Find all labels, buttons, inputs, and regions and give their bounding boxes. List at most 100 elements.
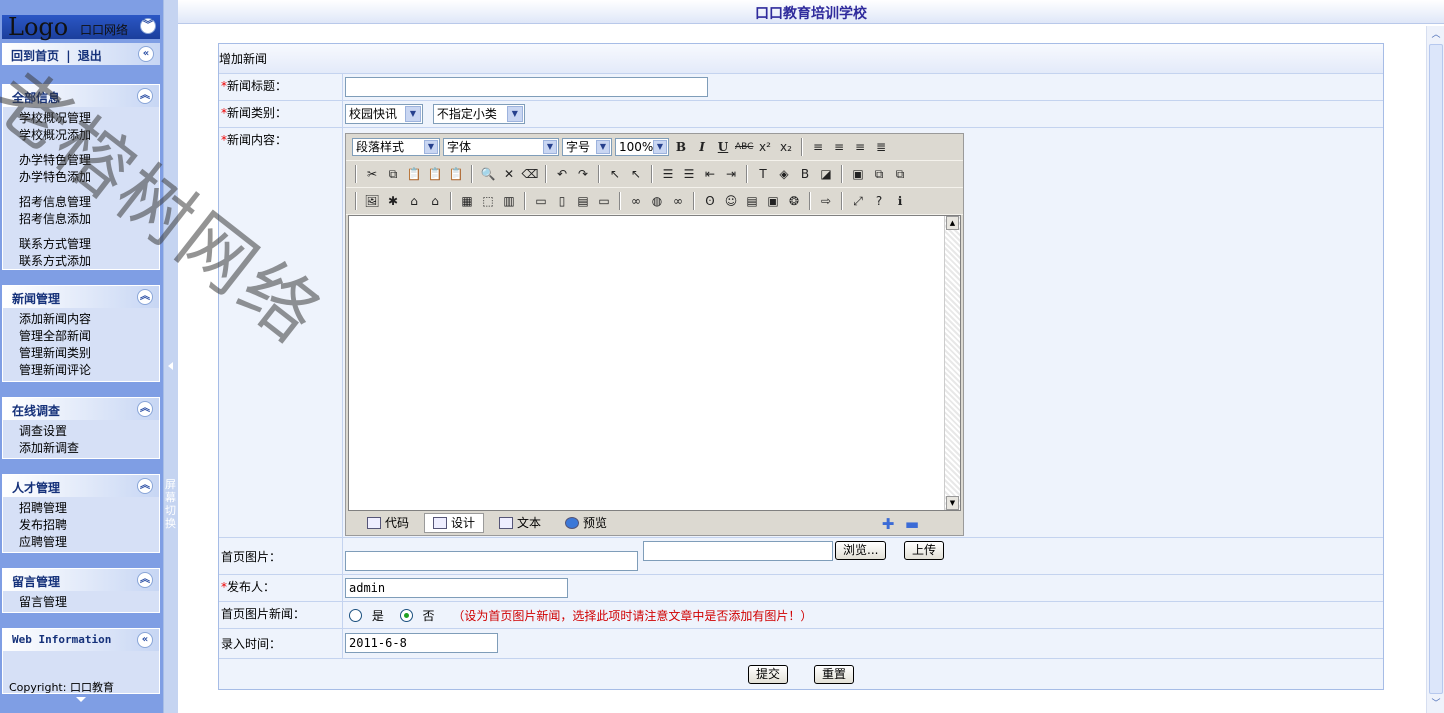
align-justify-icon[interactable]: ≣ [872, 138, 890, 156]
insert-page-icon[interactable]: ▯ [553, 192, 571, 210]
find-icon[interactable]: 🔍 [479, 165, 497, 183]
emoticon-icon[interactable]: ☺ [722, 192, 740, 210]
insert-anchor-icon[interactable]: ⌂ [426, 192, 444, 210]
sidebar-item-contact-manage[interactable]: 联系方式管理 [19, 236, 159, 253]
paste-word-icon[interactable]: 📋 [447, 165, 465, 183]
sidebar-item-school-manage[interactable]: 学校概况管理 [19, 110, 159, 127]
mode-preview-tab[interactable]: 预览 [556, 513, 616, 533]
news-title-input[interactable] [345, 77, 708, 97]
align-right-icon[interactable]: ≡ [851, 138, 869, 156]
paste-icon[interactable]: 📋 [405, 165, 423, 183]
collapse-left-icon[interactable] [168, 362, 173, 370]
chevron-left-icon[interactable]: « [137, 632, 153, 648]
insert-link-icon[interactable]: ∞ [627, 192, 645, 210]
align-left-icon[interactable]: ≡ [809, 138, 827, 156]
font-size-select[interactable]: 字号 ▼ [562, 138, 612, 156]
sidebar-item-news-comment[interactable]: 管理新闻评论 [19, 362, 159, 379]
sidebar-item-school-add[interactable]: 学校概况添加 [19, 127, 159, 144]
paragraph-style-select[interactable]: 段落样式 ▼ [352, 138, 440, 156]
insert-form-icon[interactable]: ▭ [532, 192, 550, 210]
time-icon[interactable]: ▣ [764, 192, 782, 210]
insert-cell-icon[interactable]: ▥ [500, 192, 518, 210]
sidebar-item-contact-add[interactable]: 联系方式添加 [19, 253, 159, 270]
insert-hr-icon[interactable]: ▤ [574, 192, 592, 210]
sidebar-item-feature-add[interactable]: 办学特色添加 [19, 169, 159, 186]
subscript-icon[interactable]: x₂ [777, 138, 795, 156]
chevron-up-icon[interactable]: ︽ [137, 478, 153, 494]
screen-switch-label[interactable]: 屏幕切换 [165, 478, 178, 530]
image-news-yes-radio[interactable] [349, 609, 362, 622]
browse-button[interactable]: 浏览... [835, 541, 887, 560]
scroll-up-icon[interactable]: ︿ [1429, 28, 1443, 42]
text-color-icon[interactable]: T [754, 165, 772, 183]
scroll-down-icon[interactable]: ▼ [946, 496, 959, 510]
editor-content-area[interactable]: ▲ ▼ [348, 215, 961, 511]
eraser-icon[interactable]: ⌫ [521, 165, 539, 183]
upload-button[interactable]: 上传 [904, 541, 945, 560]
scroll-up-icon[interactable]: ▲ [946, 216, 959, 230]
sidebar-item-recruit-publish[interactable]: 发布招聘 [19, 517, 159, 534]
undo-icon[interactable]: ↶ [553, 165, 571, 183]
reset-button[interactable]: 重置 [814, 664, 855, 684]
sidebar-item-message-manage[interactable]: 留言管理 [19, 594, 159, 611]
insert-media-icon[interactable]: ⌂ [405, 192, 423, 210]
scroll-down-icon[interactable] [76, 697, 86, 702]
align-center-icon[interactable]: ≡ [830, 138, 848, 156]
image-news-no-radio[interactable] [399, 609, 413, 622]
select-all-icon[interactable]: ↖ [627, 165, 645, 183]
chevron-up-icon[interactable]: ︽ [137, 289, 153, 305]
page-scrollbar[interactable]: ︿ ﹀ [1426, 26, 1444, 713]
sidebar-item-recruit-manage[interactable]: 招聘管理 [19, 500, 159, 517]
delete-icon[interactable]: ✕ [500, 165, 518, 183]
sidebar-item-survey-add[interactable]: 添加新调查 [19, 440, 159, 457]
unlink-icon[interactable]: ∞ [669, 192, 687, 210]
sidebar-item-exam-add[interactable]: 招考信息添加 [19, 211, 159, 228]
insert-file-icon[interactable]: ⇨ [817, 192, 835, 210]
zoom-select[interactable]: 100% ▼ [615, 138, 669, 156]
scroll-thumb[interactable] [1429, 44, 1443, 694]
copy-icon[interactable]: ⧉ [384, 165, 402, 183]
sidebar-item-news-all[interactable]: 管理全部新闻 [19, 328, 159, 345]
subcategory-select[interactable]: 不指定小类 ▼ [432, 104, 525, 124]
mode-code-tab[interactable]: 代码 [358, 513, 418, 533]
bold-icon[interactable]: B [672, 138, 690, 156]
insert-marquee-icon[interactable]: ▭ [595, 192, 613, 210]
insert-table-icon[interactable]: ▦ [458, 192, 476, 210]
layer-back-icon[interactable]: ⧉ [891, 165, 909, 183]
highlight-icon[interactable]: B [796, 165, 814, 183]
underline-icon[interactable]: U [714, 138, 732, 156]
help-icon[interactable]: ? [870, 192, 888, 210]
submit-button[interactable]: 提交 [747, 664, 788, 684]
superscript-icon[interactable]: x² [756, 138, 774, 156]
insert-row-icon[interactable]: ⬚ [479, 192, 497, 210]
mode-text-tab[interactable]: 文本 [490, 513, 550, 533]
sidebar-item-survey-settings[interactable]: 调查设置 [19, 423, 159, 440]
editor-scrollbar[interactable]: ▲ ▼ [944, 216, 960, 510]
font-select[interactable]: 字体 ▼ [443, 138, 559, 156]
ordered-list-icon[interactable]: ☰ [659, 165, 677, 183]
cut-icon[interactable]: ✂ [363, 165, 381, 183]
background-color-icon[interactable]: ◈ [775, 165, 793, 183]
web-link-icon[interactable]: ◍ [648, 192, 666, 210]
chevron-up-icon[interactable]: ︽ [137, 572, 153, 588]
paste-text-icon[interactable]: 📋 [426, 165, 444, 183]
home-link[interactable]: 回到首页 [11, 49, 59, 63]
about-icon[interactable]: ℹ [891, 192, 909, 210]
insert-flash-icon[interactable]: ✱ [384, 192, 402, 210]
outdent-icon[interactable]: ⇤ [701, 165, 719, 183]
strikethrough-icon[interactable]: ABC [735, 138, 753, 156]
indent-icon[interactable]: ⇥ [722, 165, 740, 183]
logout-link[interactable]: 退出 [78, 49, 102, 63]
select-icon[interactable]: ↖ [606, 165, 624, 183]
fill-icon[interactable]: ◪ [817, 165, 835, 183]
shrink-icon[interactable]: ▬ [905, 515, 919, 533]
chevron-up-icon[interactable]: ︽ [137, 88, 153, 104]
publisher-input[interactable] [345, 578, 568, 598]
layer-icon[interactable]: ⧉ [870, 165, 888, 183]
enlarge-icon[interactable]: ✚ [882, 515, 895, 533]
symbol-icon[interactable]: ʘ [701, 192, 719, 210]
redo-icon[interactable]: ↷ [574, 165, 592, 183]
sidebar-collapse-bar[interactable]: 屏幕切换 [163, 0, 178, 713]
sidebar-item-news-add[interactable]: 添加新闻内容 [19, 311, 159, 328]
fullscreen-icon[interactable]: ⤢ [849, 192, 867, 210]
